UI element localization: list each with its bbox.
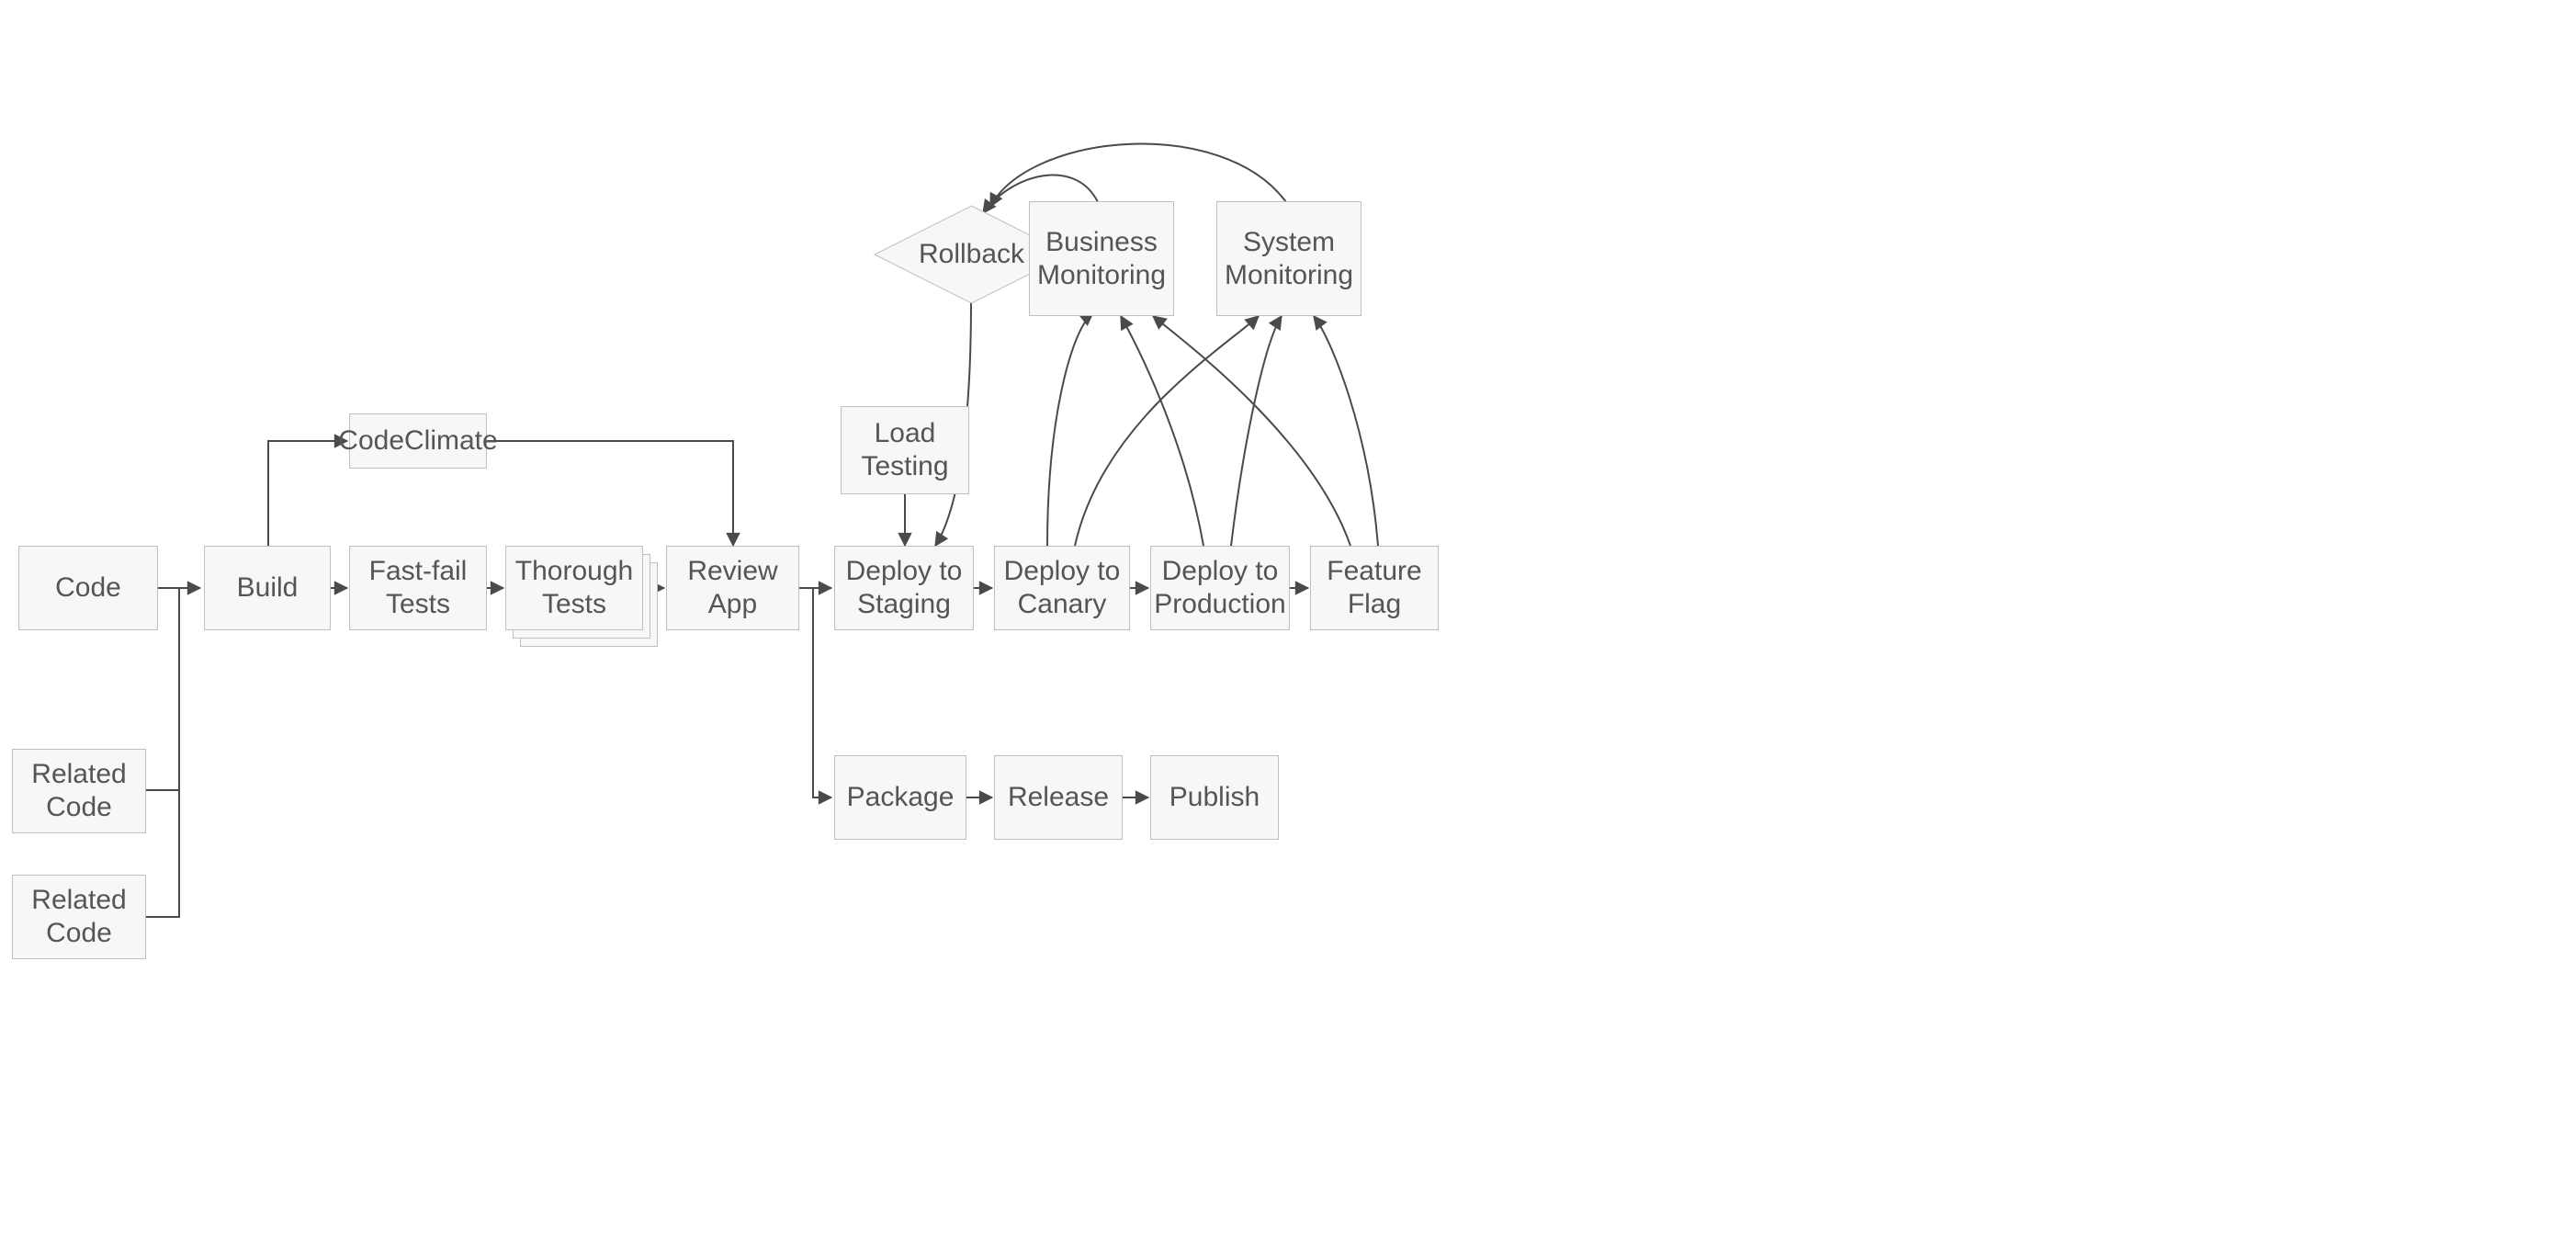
node-release: Release <box>994 755 1123 840</box>
node-business-monitoring: Business Monitoring <box>1029 201 1174 316</box>
node-package: Package <box>834 755 966 840</box>
node-publish: Publish <box>1150 755 1279 840</box>
node-feature-flag: Feature Flag <box>1310 546 1439 630</box>
node-code: Code <box>18 546 158 630</box>
node-fast-fail-tests: Fast-fail Tests <box>349 546 487 630</box>
node-load-testing: Load Testing <box>841 406 969 494</box>
node-system-monitoring: System Monitoring <box>1216 201 1361 316</box>
node-deploy-production: Deploy to Production <box>1150 546 1290 630</box>
node-codeclimate: CodeClimate <box>349 413 487 469</box>
node-deploy-canary: Deploy to Canary <box>994 546 1130 630</box>
node-related-code-1: Related Code <box>12 749 146 833</box>
node-build: Build <box>204 546 331 630</box>
node-deploy-staging: Deploy to Staging <box>834 546 974 630</box>
node-review-app: Review App <box>666 546 799 630</box>
node-thorough-tests: Thorough Tests <box>505 546 643 630</box>
node-related-code-2: Related Code <box>12 875 146 959</box>
